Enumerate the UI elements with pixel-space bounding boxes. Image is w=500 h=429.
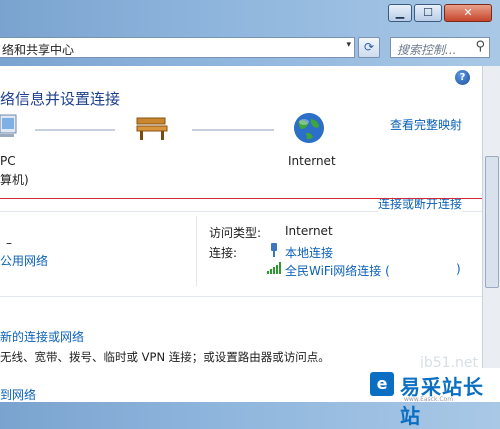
- new-connection-description: 无线、宽带、拨号、临时或 VPN 连接；或设置路由器或访问点。: [0, 350, 330, 364]
- computer-icon: [0, 114, 17, 137]
- search-icon[interactable]: ⚲: [475, 39, 485, 54]
- address-bar[interactable]: 络和共享中心 ▾: [0, 37, 355, 58]
- connector-line: [192, 129, 274, 131]
- scrollbar-thumb[interactable]: [485, 156, 499, 288]
- red-divider-line: [0, 198, 500, 199]
- pc-label: PC: [0, 154, 16, 168]
- bench-icon: [136, 117, 168, 140]
- pc-label-sub: 算机): [0, 173, 29, 187]
- watermark-logo: e: [370, 372, 394, 396]
- address-path: 络和共享中心: [2, 43, 75, 57]
- wifi-connection-link-end: ): [456, 262, 461, 276]
- access-type-label: 访问类型:: [209, 226, 262, 240]
- search-input[interactable]: 搜索控制... ⚲: [390, 37, 490, 58]
- divider: [0, 296, 482, 297]
- internet-globe-icon: [294, 113, 324, 143]
- chevron-down-icon[interactable]: ▾: [346, 40, 351, 50]
- view-full-map-link[interactable]: 查看完整映射: [390, 116, 462, 133]
- new-connection-link[interactable]: 新的连接或网络: [0, 328, 84, 345]
- minimize-button[interactable]: ▁: [388, 4, 412, 22]
- connections-label: 连接:: [209, 246, 238, 260]
- search-placeholder: 搜索控制...: [397, 43, 457, 57]
- close-button[interactable]: ✕: [444, 4, 492, 22]
- page-title: 络信息并设置连接: [0, 90, 121, 108]
- refresh-icon: ⟳: [363, 40, 375, 54]
- main-content: ? 络信息并设置连接 查看完整映射 PC 算机) Internet – 公用网络…: [0, 66, 482, 402]
- wifi-signal-icon: [267, 262, 281, 274]
- network-type-link[interactable]: 公用网络: [0, 252, 48, 269]
- watermark: e 易采站长站 www.Easck.Com: [362, 368, 500, 428]
- local-connection-link[interactable]: 本地连接: [285, 244, 333, 261]
- network-name: –: [6, 236, 12, 250]
- refresh-button[interactable]: ⟳: [358, 37, 380, 58]
- access-type-value: Internet: [285, 224, 333, 238]
- connector-line: [35, 129, 115, 131]
- network-task-link[interactable]: 到网络: [0, 386, 36, 402]
- help-icon[interactable]: ?: [455, 70, 470, 85]
- divider: [196, 216, 197, 286]
- wifi-connection-link[interactable]: 全民WiFi网络连接 (: [285, 262, 390, 279]
- maximize-button[interactable]: ☐: [414, 4, 442, 22]
- ethernet-icon: [271, 243, 277, 257]
- internet-label: Internet: [288, 154, 336, 168]
- vertical-scrollbar[interactable]: [482, 66, 500, 402]
